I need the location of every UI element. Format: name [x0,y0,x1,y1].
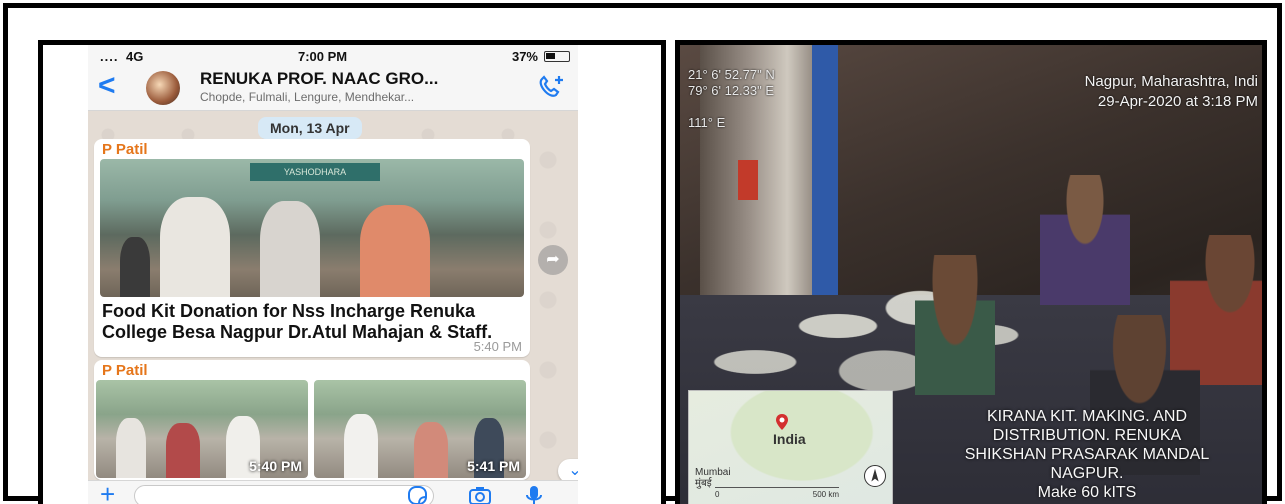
caption-line: Make 60 kITS [1037,484,1137,501]
message-photo[interactable]: 5:40 PM [96,380,308,478]
shop-sign: YASHODHARA [250,163,380,181]
photo-person [120,237,150,297]
back-button[interactable]: < [98,69,116,103]
map-city-label: Mumbai मुंबई [695,467,731,489]
map-city-en: Mumbai [695,467,731,478]
photo-caption-overlay: KIRANA KIT. MAKING. AND DISTRIBUTION. RE… [902,407,1262,502]
group-members[interactable]: Chopde, Fulmali, Lengure, Mendhekar... [200,90,414,104]
gps-longitude: 79° 6' 12.33" E [688,83,775,98]
battery-icon [544,51,570,62]
caption-line: NAGPUR. [1050,465,1124,482]
message-bubble[interactable]: P Patil 5:40 PM 5:41 PM [94,360,530,480]
caption-line: KIRANA KIT. MAKING. AND [986,408,1188,425]
location-name: Nagpur, Maharashtra, Indi [1084,73,1258,90]
photo-person [166,423,200,478]
compass-icon [864,465,886,487]
microphone-icon[interactable] [522,485,546,504]
photo-person [414,422,448,478]
message-caption: Food Kit Donation for Nss Incharge Renuk… [102,301,493,342]
map-scale-bar: 0 500 km [715,487,839,503]
map-scale-end: 500 km [812,490,839,499]
photo-person [260,201,320,297]
chat-header: < RENUKA PROF. NAAC GRO... Chopde, Fulma… [88,67,578,111]
whatsapp-chat-screen: .... 4G 7:00 PM 37% < RENUKA PROF. NAAC … [88,45,578,504]
photo-child [915,255,995,395]
geotagged-photo-panel: 21° 6' 52.77" N 79° 6' 12.33" E 111° E N… [675,40,1267,504]
caption-line: SHIKSHAN PRASARAK MANDAL [964,446,1210,463]
date-separator: Mon, 13 Apr [258,117,362,139]
caption-line: DISTRIBUTION. RENUKA [992,427,1182,444]
photo-shrine [738,160,758,200]
clock: 7:00 PM [298,49,348,64]
message-input[interactable] [134,485,434,504]
photo-person [360,205,430,297]
capture-datetime: 29-Apr-2020 at 3:18 PM [1097,93,1258,110]
map-pin-icon [776,414,788,430]
location-minimap: India Mumbai मुंबई 0 500 km [688,390,893,504]
network-type: 4G [126,49,144,64]
sticker-icon[interactable] [406,485,430,504]
message-sender: P Patil [102,362,148,379]
map-country-label: India [773,431,806,447]
photo-woman [1040,175,1130,305]
add-call-icon[interactable] [536,73,566,101]
message-bubble[interactable]: P Patil YASHODHARA Food Kit Donation for… [94,139,530,357]
photo-time: 5:41 PM [467,458,520,474]
battery-percent: 37% [511,49,538,64]
signal-indicator: .... [100,49,119,64]
status-bar: .... 4G 7:00 PM 37% [88,45,578,67]
group-title[interactable]: RENUKA PROF. NAAC GRO... [200,69,438,89]
gps-heading: 111° E [688,115,726,130]
attach-button[interactable]: + [100,479,115,504]
message-time: 5:40 PM [473,339,522,354]
collage-frame: .... 4G 7:00 PM 37% < RENUKA PROF. NAAC … [3,3,1282,504]
forward-icon[interactable]: ➦ [538,245,568,275]
camera-icon[interactable] [468,485,492,504]
message-composer: + [88,479,578,504]
message-photo[interactable]: YASHODHARA [100,159,524,297]
photo-time: 5:40 PM [249,458,302,474]
group-avatar[interactable] [146,71,180,105]
whatsapp-screenshot-panel: .... 4G 7:00 PM 37% < RENUKA PROF. NAAC … [38,40,666,504]
photo-person [116,418,146,478]
message-photo[interactable]: 5:41 PM [314,380,526,478]
gps-latitude: 21° 6' 52.77" N [688,67,775,82]
map-scale-start: 0 [715,490,720,499]
message-sender: P Patil [102,141,148,158]
photo-person [160,197,230,297]
photo-person [344,414,378,478]
